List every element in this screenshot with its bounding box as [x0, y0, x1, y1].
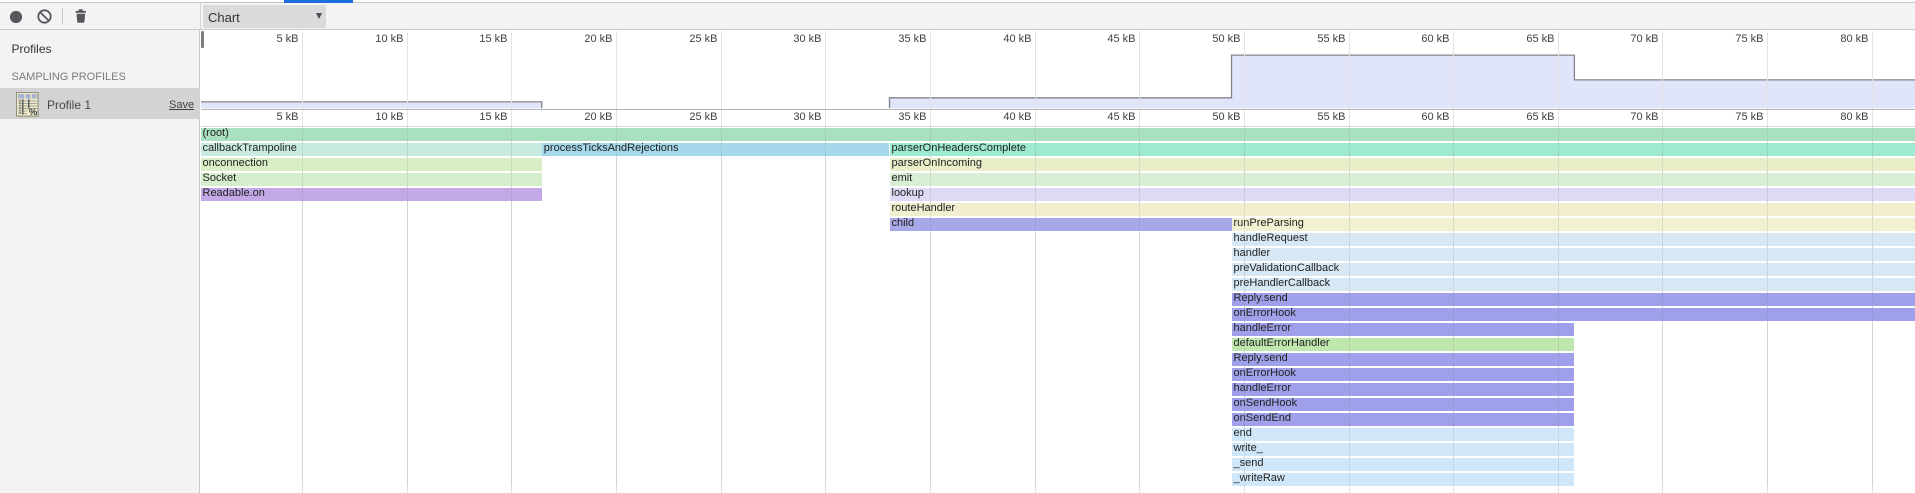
svg-text:%: % [29, 107, 38, 118]
